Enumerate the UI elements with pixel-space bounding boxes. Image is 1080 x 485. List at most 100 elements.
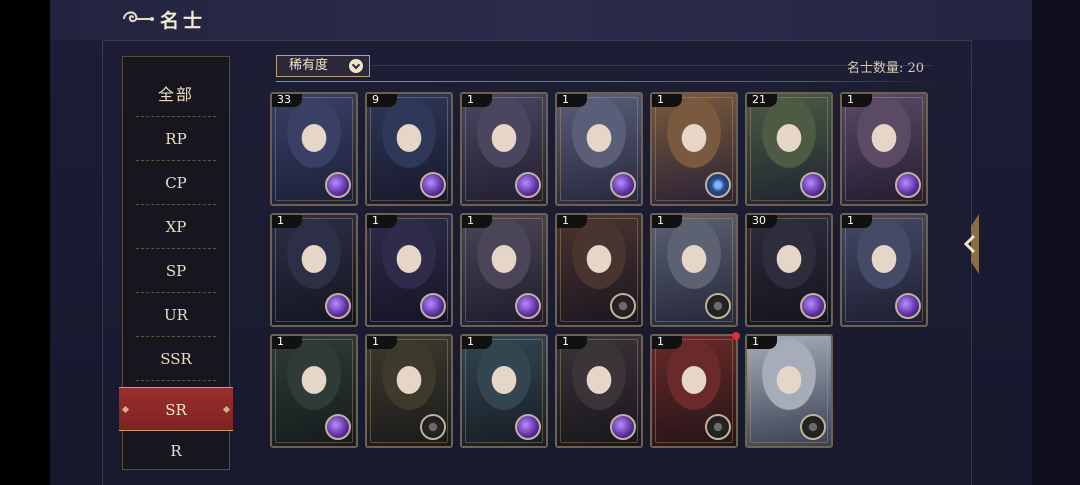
count-badge: 1 bbox=[272, 336, 302, 349]
game-screen: 名士 全部 RP CP XP SP UR SSR SR R 稀有度 名士数量: … bbox=[0, 0, 1080, 485]
character-card[interactable]: 1 bbox=[745, 334, 833, 448]
chevron-down-icon bbox=[349, 59, 363, 73]
sidebar-item-rp[interactable]: RP bbox=[136, 117, 216, 161]
rarity-filter-dropdown[interactable]: 稀有度 bbox=[276, 55, 370, 77]
element-orb-icon bbox=[895, 172, 921, 198]
card-count: 1 bbox=[657, 214, 664, 227]
card-count: 1 bbox=[847, 214, 854, 227]
element-orb-icon bbox=[800, 172, 826, 198]
card-count: 1 bbox=[372, 214, 379, 227]
character-card[interactable]: 1 bbox=[555, 92, 643, 206]
card-count: 1 bbox=[467, 335, 474, 348]
sidebar-item-sr[interactable]: SR bbox=[119, 387, 233, 431]
card-count: 1 bbox=[277, 214, 284, 227]
count-badge: 1 bbox=[557, 215, 587, 228]
character-card[interactable]: 1 bbox=[840, 92, 928, 206]
card-count: 21 bbox=[752, 93, 766, 106]
swirl-cloud-icon bbox=[123, 11, 154, 23]
element-orb-icon bbox=[610, 172, 636, 198]
notification-dot-icon bbox=[732, 332, 740, 340]
count-badge: 1 bbox=[842, 94, 872, 107]
count-badge: 9 bbox=[367, 94, 397, 107]
character-card[interactable]: 1 bbox=[840, 213, 928, 327]
card-count: 1 bbox=[657, 93, 664, 106]
card-count: 1 bbox=[752, 335, 759, 348]
sidebar-item-ssr[interactable]: SSR bbox=[136, 337, 216, 381]
count-badge: 30 bbox=[747, 215, 777, 228]
element-orb-icon bbox=[420, 172, 446, 198]
count-badge: 33 bbox=[272, 94, 302, 107]
count-badge: 1 bbox=[747, 336, 777, 349]
character-card[interactable]: 1 bbox=[365, 334, 453, 448]
character-card[interactable]: 1 bbox=[270, 213, 358, 327]
character-card[interactable]: 1 bbox=[365, 213, 453, 327]
character-card[interactable]: 1 bbox=[270, 334, 358, 448]
character-card[interactable]: 1 bbox=[650, 213, 738, 327]
card-count: 1 bbox=[372, 335, 379, 348]
card-count: 1 bbox=[277, 335, 284, 348]
sidebar-item-r[interactable]: R bbox=[136, 429, 216, 473]
card-count: 1 bbox=[562, 214, 569, 227]
count-badge: 1 bbox=[652, 335, 682, 349]
sidebar-item-sp[interactable]: SP bbox=[136, 249, 216, 293]
element-orb-icon bbox=[325, 293, 351, 319]
character-card[interactable]: 1 bbox=[650, 92, 738, 206]
character-card[interactable]: 1 bbox=[555, 213, 643, 327]
element-orb-icon bbox=[705, 293, 731, 319]
count-badge: 1 bbox=[557, 94, 587, 107]
left-letterbox bbox=[0, 0, 50, 485]
card-count: 9 bbox=[372, 93, 379, 106]
collapse-arrow-icon[interactable] bbox=[962, 214, 980, 274]
count-badge: 1 bbox=[462, 215, 492, 228]
count-badge: 1 bbox=[367, 336, 397, 349]
element-orb-icon bbox=[515, 172, 541, 198]
element-orb-icon bbox=[705, 414, 731, 440]
sidebar-item-ur[interactable]: UR bbox=[136, 293, 216, 337]
element-orb-icon bbox=[800, 293, 826, 319]
element-orb-icon bbox=[800, 414, 826, 440]
card-count: 1 bbox=[562, 335, 569, 348]
count-badge: 1 bbox=[652, 215, 682, 228]
element-orb-icon bbox=[610, 293, 636, 319]
card-count: 30 bbox=[752, 214, 766, 227]
character-card[interactable]: 1 bbox=[460, 213, 548, 327]
sidebar-item-xp[interactable]: XP bbox=[136, 205, 216, 249]
element-orb-icon bbox=[325, 414, 351, 440]
element-orb-icon bbox=[515, 414, 541, 440]
character-card[interactable]: 9 bbox=[365, 92, 453, 206]
character-card[interactable]: 1 bbox=[650, 332, 740, 448]
page-title: 名士 bbox=[160, 10, 207, 32]
card-count: 1 bbox=[657, 335, 664, 348]
card-count: 1 bbox=[847, 93, 854, 106]
divider bbox=[276, 81, 932, 82]
element-orb-icon bbox=[420, 293, 446, 319]
element-orb-icon bbox=[610, 414, 636, 440]
element-orb-icon bbox=[895, 293, 921, 319]
element-orb-icon bbox=[515, 293, 541, 319]
card-count: 1 bbox=[467, 214, 474, 227]
rarity-sidebar: 全部 RP CP XP SP UR SSR SR R bbox=[119, 56, 233, 473]
card-count: 33 bbox=[277, 93, 291, 106]
character-card[interactable]: 33 bbox=[270, 92, 358, 206]
element-orb-icon bbox=[325, 172, 351, 198]
sidebar-item-cp[interactable]: CP bbox=[136, 161, 216, 205]
rarity-filter-label: 稀有度 bbox=[289, 58, 329, 73]
count-badge: 1 bbox=[462, 94, 492, 107]
character-card[interactable]: 1 bbox=[460, 92, 548, 206]
character-card[interactable]: 1 bbox=[555, 334, 643, 448]
count-badge: 1 bbox=[462, 336, 492, 349]
count-badge: 1 bbox=[367, 215, 397, 228]
right-letterbox bbox=[1032, 0, 1080, 485]
card-count: 1 bbox=[467, 93, 474, 106]
sidebar-item-all[interactable]: 全部 bbox=[136, 73, 216, 117]
character-card[interactable]: 21 bbox=[745, 92, 833, 206]
character-card[interactable]: 1 bbox=[460, 334, 548, 448]
character-count: 名士数量: 20 bbox=[846, 61, 924, 76]
character-card[interactable]: 30 bbox=[745, 213, 833, 327]
count-badge: 1 bbox=[557, 336, 587, 349]
element-orb-icon bbox=[420, 414, 446, 440]
count-badge: 1 bbox=[842, 215, 872, 228]
element-orb-icon bbox=[705, 172, 731, 198]
card-count: 1 bbox=[562, 93, 569, 106]
count-badge: 1 bbox=[272, 215, 302, 228]
